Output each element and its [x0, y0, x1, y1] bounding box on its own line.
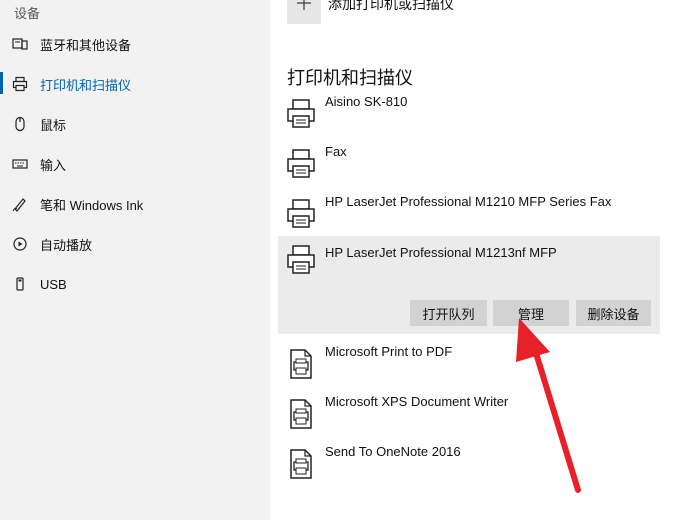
usb-icon [12, 276, 28, 292]
device-name: Microsoft Print to PDF [325, 344, 453, 359]
remove-device-button[interactable]: 删除设备 [576, 300, 651, 326]
printer-icon [12, 76, 28, 92]
device-item-fax[interactable]: Fax [278, 144, 660, 194]
printer-icon [286, 198, 316, 232]
autoplay-icon [12, 236, 28, 252]
printer-icon [286, 98, 316, 132]
sidebar-item-label: 输入 [40, 157, 67, 173]
sidebar-item-typing[interactable]: 输入 [0, 144, 270, 184]
sidebar-item-printers[interactable]: 打印机和扫描仪 [0, 64, 270, 104]
sidebar: 设备 蓝牙和其他设备 打印机和扫描仪 鼠标 输入 笔和 Windows Ink [0, 0, 270, 520]
device-item-hp-m1213nf[interactable]: HP LaserJet Professional M1213nf MFP 打开队… [278, 236, 660, 334]
document-printer-icon [286, 398, 316, 432]
add-printer-button[interactable] [287, 0, 321, 24]
sidebar-item-label: 鼠标 [40, 117, 67, 133]
device-item-aisino[interactable]: Aisino SK-810 [278, 94, 660, 144]
sidebar-item-label: 蓝牙和其他设备 [40, 37, 132, 53]
page-title: 打印机和扫描仪 [287, 68, 413, 88]
sidebar-item-autoplay[interactable]: 自动播放 [0, 224, 270, 264]
sidebar-item-label: 自动播放 [40, 237, 93, 253]
manage-button[interactable]: 管理 [493, 300, 569, 326]
plus-icon [296, 0, 312, 16]
device-item-onenote[interactable]: Send To OneNote 2016 [278, 444, 660, 494]
device-name: HP LaserJet Professional M1210 MFP Serie… [325, 194, 612, 209]
sidebar-item-label: USB [40, 276, 67, 292]
device-name: Send To OneNote 2016 [325, 444, 461, 459]
keyboard-icon [12, 156, 28, 172]
sidebar-item-label: 打印机和扫描仪 [40, 77, 132, 93]
device-item-xps-writer[interactable]: Microsoft XPS Document Writer [278, 394, 660, 444]
sidebar-item-bluetooth[interactable]: 蓝牙和其他设备 [0, 24, 270, 64]
open-queue-button[interactable]: 打开队列 [410, 300, 487, 326]
main-pane: 添加打印机或扫描仪 打印机和扫描仪 Aisino SK-810 Fax HP L… [270, 0, 684, 520]
sidebar-item-label: 笔和 Windows Ink [40, 197, 144, 213]
pen-icon [12, 196, 28, 212]
device-name: Aisino SK-810 [325, 94, 408, 109]
sidebar-item-usb[interactable]: USB [0, 264, 270, 304]
sidebar-item-mouse[interactable]: 鼠标 [0, 104, 270, 144]
printer-icon [286, 148, 316, 182]
section-title: 设备 [14, 6, 41, 21]
mouse-icon [12, 116, 28, 132]
device-name: Fax [325, 144, 347, 159]
device-name: HP LaserJet Professional M1213nf MFP [325, 245, 557, 260]
device-name: Microsoft XPS Document Writer [325, 394, 509, 409]
device-item-print-to-pdf[interactable]: Microsoft Print to PDF [278, 344, 660, 394]
active-indicator [0, 72, 3, 94]
printer-icon [286, 244, 316, 278]
document-printer-icon [286, 348, 316, 382]
bluetooth-device-icon [12, 36, 28, 52]
add-printer-label[interactable]: 添加打印机或扫描仪 [328, 0, 454, 14]
sidebar-item-pen[interactable]: 笔和 Windows Ink [0, 184, 270, 224]
document-printer-icon [286, 448, 316, 482]
